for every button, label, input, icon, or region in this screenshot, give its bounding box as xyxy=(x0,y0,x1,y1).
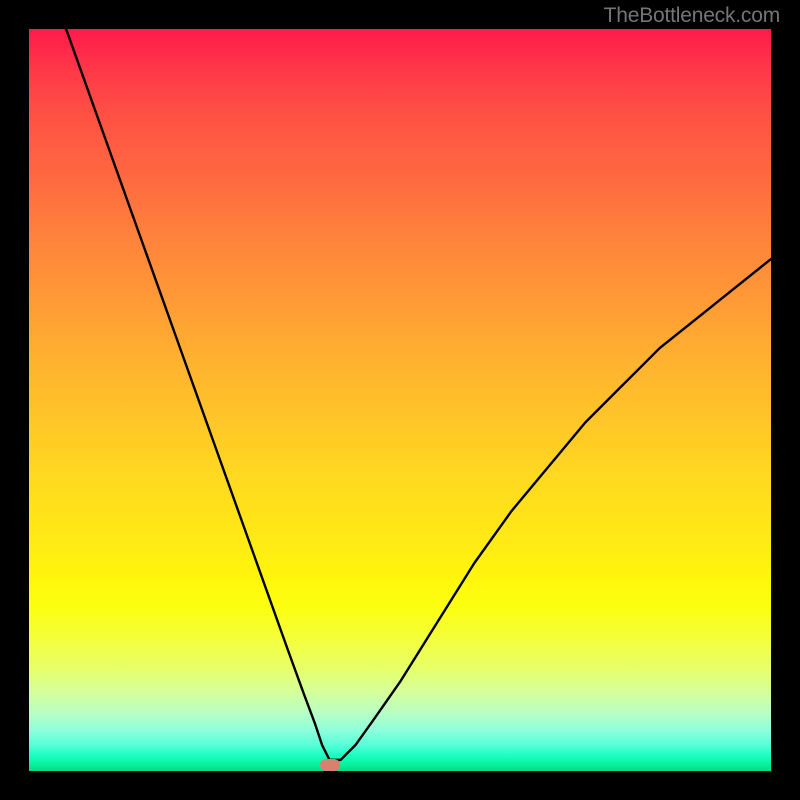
optimal-point-marker xyxy=(320,759,340,771)
attribution-text: TheBottleneck.com xyxy=(604,4,780,28)
chart-container: TheBottleneck.com xyxy=(0,0,800,800)
plot-background xyxy=(29,29,771,771)
